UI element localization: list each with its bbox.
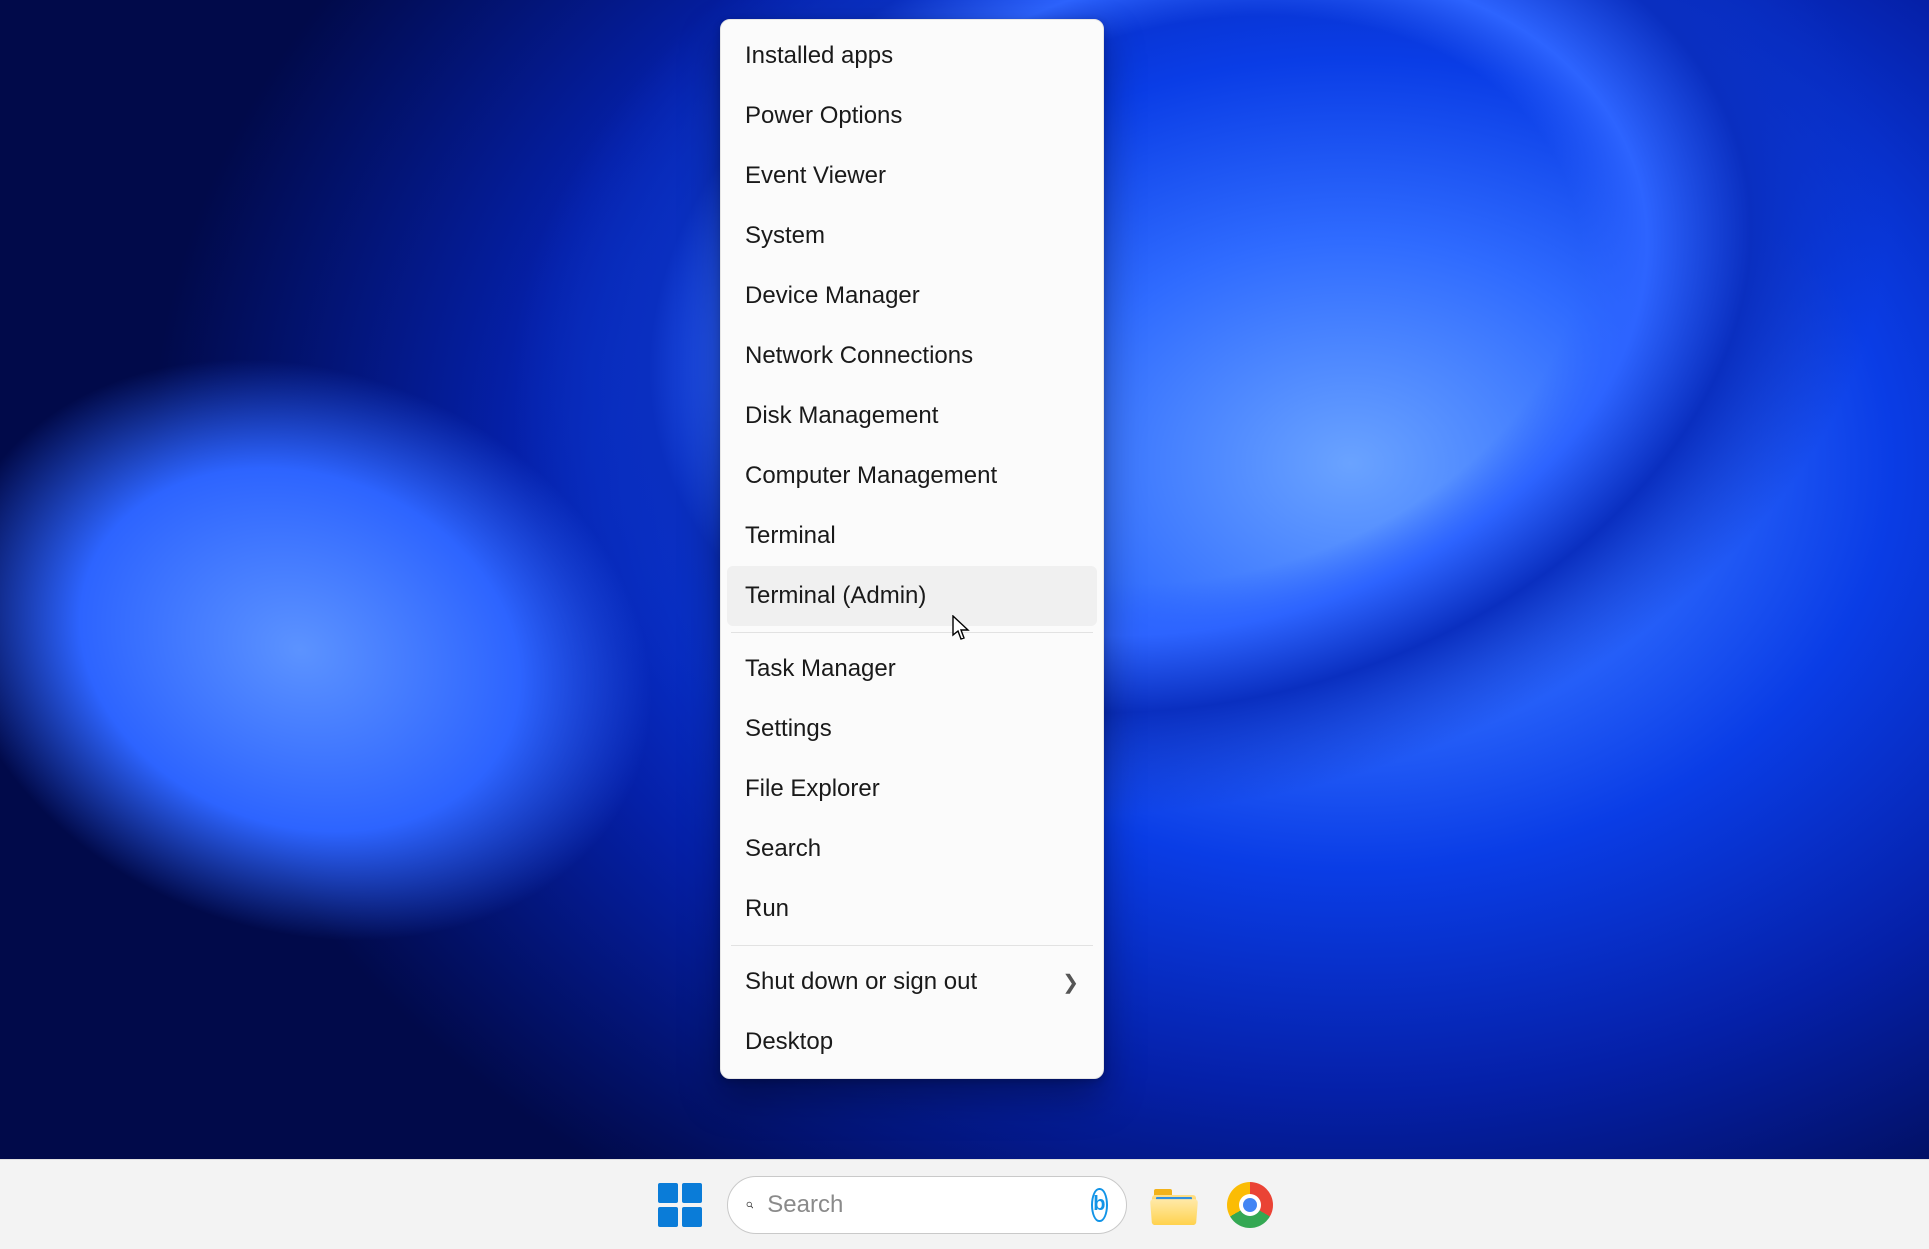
taskbar-app-chrome[interactable] bbox=[1221, 1176, 1279, 1234]
winx-context-menu: Installed apps Power Options Event Viewe… bbox=[720, 19, 1104, 1079]
search-input[interactable] bbox=[767, 1191, 1077, 1219]
menu-item-installed-apps[interactable]: Installed apps bbox=[727, 26, 1097, 86]
menu-item-label: Terminal (Admin) bbox=[745, 582, 926, 610]
menu-item-label: Disk Management bbox=[745, 402, 938, 430]
menu-separator bbox=[731, 632, 1093, 633]
chevron-right-icon: ❯ bbox=[1062, 970, 1079, 995]
menu-item-settings[interactable]: Settings bbox=[727, 699, 1097, 759]
menu-item-task-manager[interactable]: Task Manager bbox=[727, 639, 1097, 699]
menu-item-label: Desktop bbox=[745, 1028, 833, 1056]
menu-item-device-manager[interactable]: Device Manager bbox=[727, 266, 1097, 326]
folder-icon bbox=[1152, 1185, 1196, 1225]
menu-item-label: Task Manager bbox=[745, 655, 896, 683]
menu-item-network-connections[interactable]: Network Connections bbox=[727, 326, 1097, 386]
menu-item-label: Event Viewer bbox=[745, 162, 886, 190]
menu-item-file-explorer[interactable]: File Explorer bbox=[727, 759, 1097, 819]
menu-separator bbox=[731, 945, 1093, 946]
taskbar-app-file-explorer[interactable] bbox=[1145, 1176, 1203, 1234]
menu-item-terminal-admin[interactable]: Terminal (Admin) bbox=[727, 566, 1097, 626]
menu-item-label: Device Manager bbox=[745, 282, 920, 310]
menu-item-event-viewer[interactable]: Event Viewer bbox=[727, 146, 1097, 206]
menu-item-system[interactable]: System bbox=[727, 206, 1097, 266]
menu-item-label: Terminal bbox=[745, 522, 836, 550]
menu-item-shut-down-or-sign-out[interactable]: Shut down or sign out ❯ bbox=[727, 952, 1097, 1012]
cursor-icon bbox=[952, 615, 970, 641]
windows-logo-icon bbox=[658, 1183, 702, 1227]
menu-item-label: Installed apps bbox=[745, 42, 893, 70]
menu-item-search[interactable]: Search bbox=[727, 819, 1097, 879]
menu-item-label: Search bbox=[745, 835, 821, 863]
menu-item-power-options[interactable]: Power Options bbox=[727, 86, 1097, 146]
taskbar: b bbox=[0, 1159, 1929, 1249]
menu-item-label: Run bbox=[745, 895, 789, 923]
menu-item-label: Computer Management bbox=[745, 462, 997, 490]
menu-item-run[interactable]: Run bbox=[727, 879, 1097, 939]
menu-item-disk-management[interactable]: Disk Management bbox=[727, 386, 1097, 446]
bing-chat-icon[interactable]: b bbox=[1091, 1188, 1107, 1222]
menu-item-label: File Explorer bbox=[745, 775, 880, 803]
menu-item-label: Settings bbox=[745, 715, 832, 743]
search-icon bbox=[746, 1192, 754, 1218]
menu-item-computer-management[interactable]: Computer Management bbox=[727, 446, 1097, 506]
chrome-icon bbox=[1227, 1182, 1273, 1228]
menu-item-terminal[interactable]: Terminal bbox=[727, 506, 1097, 566]
menu-item-label: Shut down or sign out bbox=[745, 968, 977, 996]
menu-item-label: Power Options bbox=[745, 102, 902, 130]
menu-item-label: Network Connections bbox=[745, 342, 973, 370]
start-button[interactable] bbox=[651, 1176, 709, 1234]
menu-item-label: System bbox=[745, 222, 825, 250]
taskbar-search[interactable]: b bbox=[727, 1176, 1127, 1234]
menu-item-desktop[interactable]: Desktop bbox=[727, 1012, 1097, 1072]
